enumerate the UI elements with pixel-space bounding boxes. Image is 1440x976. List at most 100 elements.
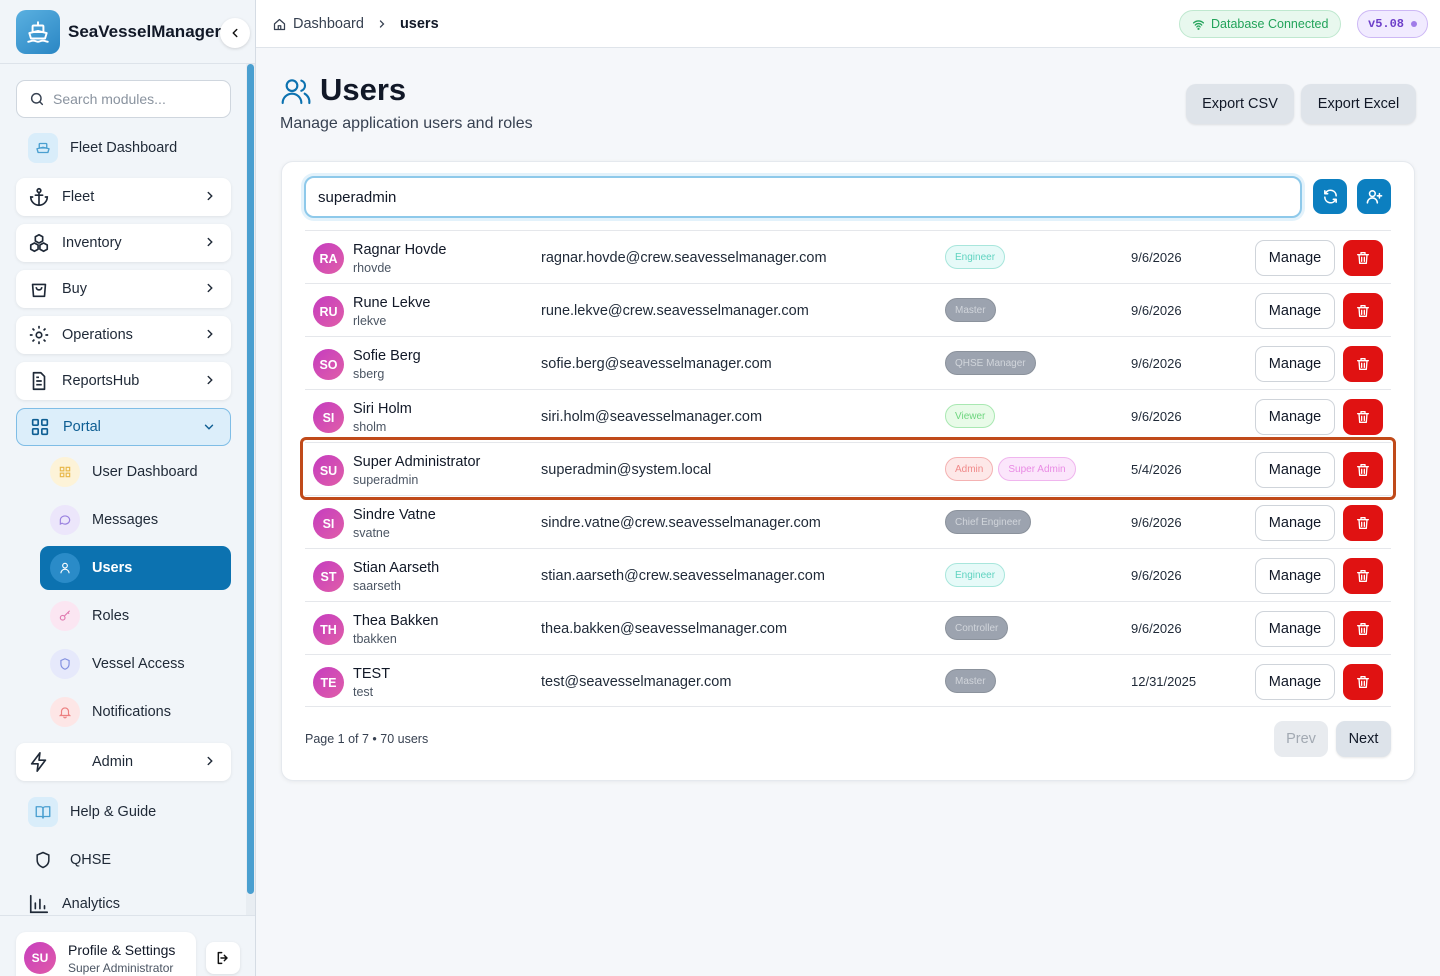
logout-icon [217, 951, 228, 965]
shield-icon [50, 649, 80, 679]
chevron-right-icon [207, 375, 213, 385]
avatar: SI [313, 402, 344, 433]
prev-page-button[interactable]: Prev [1274, 721, 1328, 757]
page-subtitle: Manage application users and roles [280, 115, 533, 132]
key-icon [50, 601, 80, 631]
user-filter-input[interactable] [318, 188, 1218, 206]
manage-button[interactable]: Manage [1255, 346, 1335, 382]
dashboard-icon [50, 457, 80, 487]
sidebar-item-reportshub[interactable]: ReportsHub [16, 362, 231, 400]
table-row[interactable]: RA Ragnar Hovde rhovde ragnar.hovde@crew.se… [305, 230, 1391, 283]
sidebar-item-label: Fleet Dashboard [70, 140, 178, 156]
module-search[interactable] [16, 80, 231, 118]
breadcrumb-dashboard[interactable]: Dashboard [293, 16, 364, 32]
trash-icon [1357, 517, 1369, 529]
sidebar-item-operations[interactable]: Operations [16, 316, 231, 354]
export-excel-button[interactable]: Export Excel [1301, 84, 1416, 124]
role-badges: Viewer [945, 404, 996, 428]
trash-icon [1357, 358, 1369, 370]
sidebar-item-fleet[interactable]: Fleet [16, 178, 231, 216]
user-name: Ragnar Hovde [353, 242, 447, 258]
manage-button[interactable]: Manage [1255, 293, 1335, 329]
table-row[interactable]: ST Stian Aarseth saarseth stian.aarseth@cre… [305, 548, 1391, 601]
add-user-button[interactable] [1357, 179, 1391, 214]
role-badge: Admin [945, 457, 994, 481]
trash-icon [1357, 464, 1369, 476]
manage-button[interactable]: Manage [1255, 452, 1335, 488]
sidebar-item-label: ReportsHub [62, 373, 140, 389]
sidebar-subitem-roles[interactable]: Roles [40, 594, 231, 638]
avatar: SU [313, 455, 344, 486]
sidebar-item-qhse[interactable]: QHSE [16, 841, 231, 879]
delete-button[interactable] [1343, 505, 1383, 541]
user-username: rhovde [353, 261, 392, 275]
role-badge: Engineer [945, 245, 1006, 269]
version-text: v5.08 [1368, 17, 1405, 31]
user-filter-field[interactable] [304, 176, 1302, 218]
table-row[interactable]: RU Rune Lekve rlekve rune.lekve@crew.seaves… [305, 283, 1391, 336]
manage-button[interactable]: Manage [1255, 611, 1335, 647]
trash-icon [1357, 305, 1369, 317]
logout-button[interactable] [206, 942, 240, 974]
delete-button[interactable] [1343, 399, 1383, 435]
refresh-button[interactable] [1313, 179, 1347, 214]
manage-button[interactable]: Manage [1255, 664, 1335, 700]
avatar: TE [313, 667, 344, 698]
wifi-icon [1192, 19, 1205, 30]
profile-settings-button[interactable]: SU Profile & Settings Super Administrato… [16, 932, 196, 976]
book-icon [28, 797, 58, 827]
table-row[interactable]: TH Thea Bakken tbakken thea.bakken@seavesse… [305, 601, 1391, 654]
sidebar-item-admin[interactable]: Admin [16, 743, 231, 781]
sidebar-subitem-users[interactable]: Users [40, 546, 231, 590]
user-username: saarseth [353, 579, 401, 593]
user-username: sholm [353, 420, 387, 434]
pagination-info: Page 1 of 7 • 70 users [305, 732, 429, 746]
delete-button[interactable] [1343, 664, 1383, 700]
bar-chart-icon [29, 894, 49, 914]
table-row[interactable]: SI Siri Holm sholm siri.holm@seavesselmanag… [305, 389, 1391, 442]
user-name: Super Administrator [353, 454, 481, 470]
module-search-input[interactable] [53, 91, 213, 107]
manage-button[interactable]: Manage [1255, 558, 1335, 594]
sidebar-subitem-notifications[interactable]: Notifications [40, 690, 231, 734]
delete-button[interactable] [1343, 293, 1383, 329]
table-row[interactable]: SI Sindre Vatne svatne sindre.vatne@crew.se… [305, 495, 1391, 548]
user-username: superadmin [353, 473, 419, 487]
chevron-right-icon [207, 756, 213, 766]
delete-button[interactable] [1343, 346, 1383, 382]
table-row[interactable]: TE TEST test test@seavesselmanager.com Maste… [305, 654, 1391, 707]
table-row[interactable]: SO Sofie Berg sberg sofie.berg@seavesselman… [305, 336, 1391, 389]
user-email: superadmin@system.local [541, 462, 712, 478]
sidebar-item-fleet-dashboard[interactable]: Fleet Dashboard [16, 129, 231, 167]
sidebar-subitem-vessel-access[interactable]: Vessel Access [40, 642, 231, 686]
user-date: 9/6/2026 [1131, 356, 1182, 371]
sidebar-scrollbar-thumb[interactable] [247, 64, 254, 894]
user-name: Rune Lekve [353, 295, 431, 311]
delete-button[interactable] [1343, 452, 1383, 488]
user-date: 9/6/2026 [1131, 250, 1182, 265]
sidebar-item-buy[interactable]: Buy [16, 270, 231, 308]
next-page-button[interactable]: Next [1336, 721, 1391, 757]
manage-button[interactable]: Manage [1255, 505, 1335, 541]
user-email: rune.lekve@crew.seavesselmanager.com [541, 303, 809, 319]
avatar: RA [313, 243, 344, 274]
breadcrumb-current: users [399, 16, 439, 32]
collapse-sidebar-button[interactable] [220, 18, 250, 48]
delete-button[interactable] [1343, 240, 1383, 276]
sidebar-subitem-messages[interactable]: Messages [40, 498, 231, 542]
sidebar-item-inventory[interactable]: Inventory [16, 224, 231, 262]
export-csv-button[interactable]: Export CSV [1186, 84, 1294, 124]
manage-button[interactable]: Manage [1255, 399, 1335, 435]
sidebar-item-portal[interactable]: Portal [16, 408, 231, 446]
role-badge: QHSE Manager [945, 351, 1036, 375]
delete-button[interactable] [1343, 558, 1383, 594]
avatar: SU [24, 942, 56, 974]
manage-button[interactable]: Manage [1255, 240, 1335, 276]
delete-button[interactable] [1343, 611, 1383, 647]
sidebar-item-help-guide[interactable]: Help & Guide [16, 793, 231, 831]
avatar: TH [313, 614, 344, 645]
user-username: tbakken [353, 632, 397, 646]
table-row[interactable]: SU Super Administrator superadmin superadmi… [305, 442, 1391, 495]
sidebar-subitem-user-dashboard[interactable]: User Dashboard [40, 450, 231, 494]
chevron-right-icon [379, 20, 385, 28]
